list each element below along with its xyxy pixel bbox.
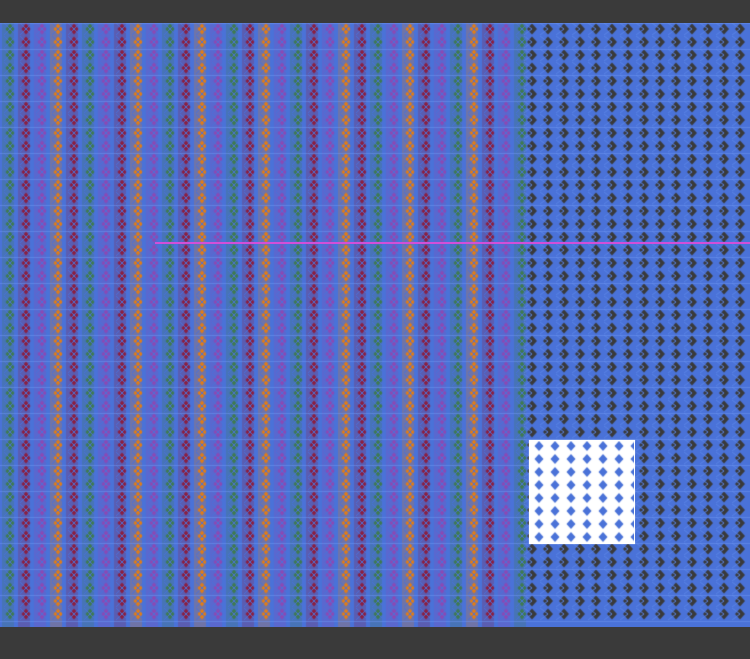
guide-line[interactable] [155,242,750,244]
weave-pattern-canvas[interactable] [0,23,750,627]
selection-box[interactable] [529,440,635,544]
top-toolbar [0,0,750,23]
bottom-toolbar [0,627,750,659]
